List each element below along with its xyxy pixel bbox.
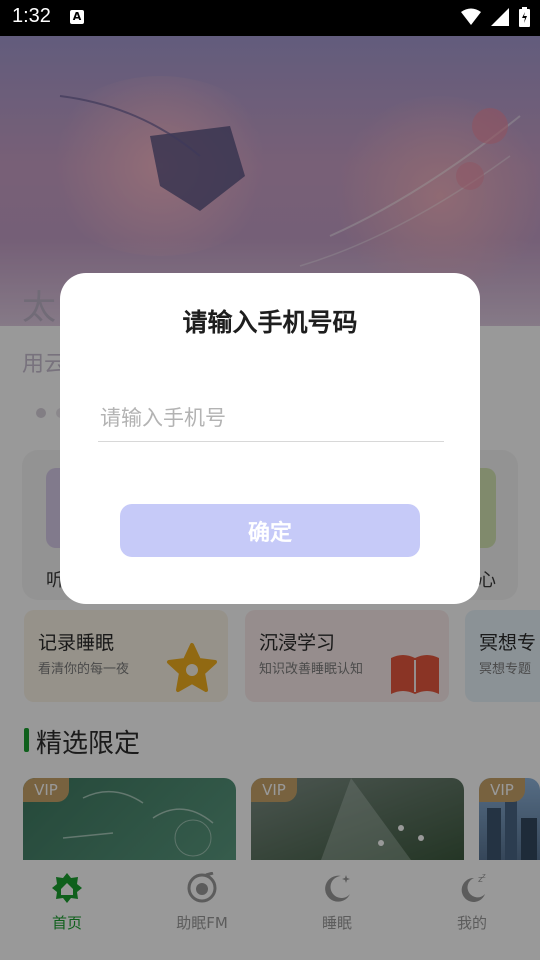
status-time: 1:32 <box>12 5 51 27</box>
battery-icon <box>519 7 530 27</box>
dialog-title: 请输入手机号码 <box>182 308 358 337</box>
phone-number-input[interactable] <box>98 395 444 442</box>
status-icons <box>461 7 530 27</box>
accessibility-a-icon: A <box>70 10 84 24</box>
phone-number-dialog: 请输入手机号码 确定 <box>60 273 480 604</box>
wifi-icon <box>461 8 481 25</box>
signal-icon <box>491 8 509 26</box>
confirm-button[interactable]: 确定 <box>120 504 420 557</box>
status-bar: 1:32 A <box>0 0 540 36</box>
